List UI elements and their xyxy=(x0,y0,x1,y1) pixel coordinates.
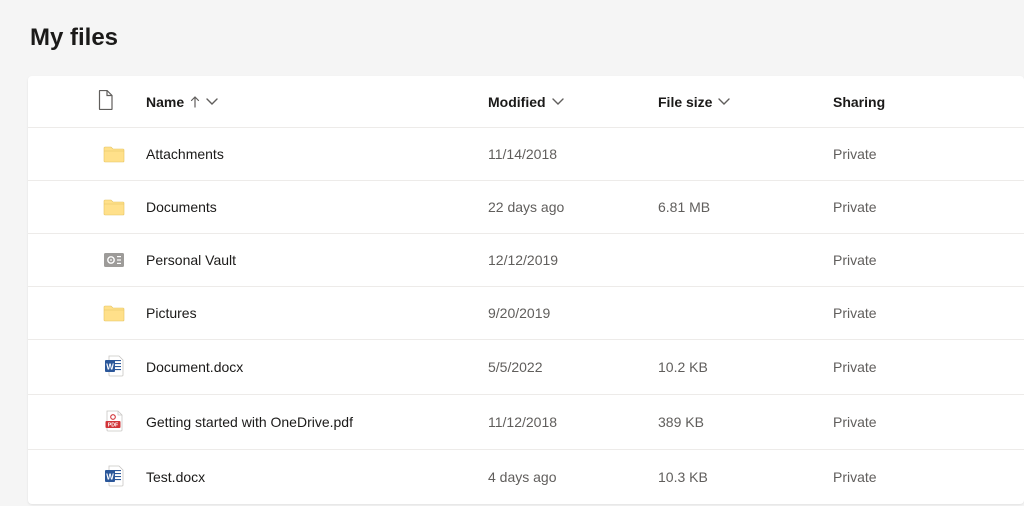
folder-icon xyxy=(90,287,138,340)
column-header-modified[interactable]: Modified xyxy=(480,76,650,128)
file-row[interactable]: Attachments11/14/2018 Private xyxy=(28,128,1024,181)
sort-ascending-icon xyxy=(190,96,200,108)
file-sharing[interactable]: Private xyxy=(825,287,1024,340)
file-row[interactable]: W Document.docx5/5/202210.2 KBPrivate xyxy=(28,340,1024,395)
word-icon: W xyxy=(90,450,138,505)
file-table: Name Modified xyxy=(28,76,1024,504)
page-title: My files xyxy=(30,24,1024,52)
file-size xyxy=(650,287,825,340)
svg-text:PDF: PDF xyxy=(108,423,119,429)
file-name[interactable]: Test.docx xyxy=(138,450,480,505)
file-name[interactable]: Pictures xyxy=(138,287,480,340)
file-sharing[interactable]: Private xyxy=(825,181,1024,234)
file-size: 6.81 MB xyxy=(650,181,825,234)
file-sharing[interactable]: Private xyxy=(825,340,1024,395)
file-row[interactable]: Pictures9/20/2019 Private xyxy=(28,287,1024,340)
file-modified: 11/14/2018 xyxy=(480,128,650,181)
file-name[interactable]: Getting started with OneDrive.pdf xyxy=(138,395,480,450)
chevron-down-icon xyxy=(552,98,564,106)
svg-text:W: W xyxy=(106,363,114,372)
row-select-cell[interactable] xyxy=(28,395,90,450)
row-select-cell[interactable] xyxy=(28,181,90,234)
file-size: 389 KB xyxy=(650,395,825,450)
column-header-modified-label: Modified xyxy=(488,94,546,110)
file-row[interactable]: PDF Getting started with OneDrive.pdf11/1… xyxy=(28,395,1024,450)
file-name[interactable]: Attachments xyxy=(138,128,480,181)
row-select-cell[interactable] xyxy=(28,450,90,505)
file-sharing[interactable]: Private xyxy=(825,128,1024,181)
file-modified: 11/12/2018 xyxy=(480,395,650,450)
file-modified: 4 days ago xyxy=(480,450,650,505)
row-select-cell[interactable] xyxy=(28,340,90,395)
file-row[interactable]: W Test.docx4 days ago10.3 KBPrivate xyxy=(28,450,1024,505)
file-list: Name Modified xyxy=(28,76,1024,504)
column-header-sharing[interactable]: Sharing xyxy=(825,76,1024,128)
file-modified: 9/20/2019 xyxy=(480,287,650,340)
personal-vault-icon xyxy=(90,234,138,287)
file-modified: 5/5/2022 xyxy=(480,340,650,395)
word-icon: W xyxy=(90,340,138,395)
file-size: 10.3 KB xyxy=(650,450,825,505)
column-header-size-label: File size xyxy=(658,94,712,110)
file-name[interactable]: Document.docx xyxy=(138,340,480,395)
file-sharing[interactable]: Private xyxy=(825,450,1024,505)
file-size: 10.2 KB xyxy=(650,340,825,395)
file-modified: 22 days ago xyxy=(480,181,650,234)
column-type[interactable] xyxy=(90,76,138,128)
file-name[interactable]: Documents xyxy=(138,181,480,234)
file-size xyxy=(650,234,825,287)
file-row[interactable]: Personal Vault12/12/2019 Private xyxy=(28,234,1024,287)
column-header-size[interactable]: File size xyxy=(650,76,825,128)
chevron-down-icon xyxy=(718,98,730,106)
column-header-sharing-label: Sharing xyxy=(833,94,885,110)
folder-icon xyxy=(90,128,138,181)
file-modified: 12/12/2019 xyxy=(480,234,650,287)
row-select-cell[interactable] xyxy=(28,287,90,340)
chevron-down-icon xyxy=(206,98,218,106)
row-select-cell[interactable] xyxy=(28,128,90,181)
column-select xyxy=(28,76,90,128)
column-header-name[interactable]: Name xyxy=(138,76,480,128)
column-header-row: Name Modified xyxy=(28,76,1024,128)
file-name[interactable]: Personal Vault xyxy=(138,234,480,287)
file-sharing[interactable]: Private xyxy=(825,395,1024,450)
folder-icon xyxy=(90,181,138,234)
document-type-icon xyxy=(98,90,114,110)
file-size xyxy=(650,128,825,181)
column-header-name-label: Name xyxy=(146,94,184,110)
svg-text:W: W xyxy=(106,473,114,482)
file-row[interactable]: Documents22 days ago6.81 MBPrivate xyxy=(28,181,1024,234)
pdf-icon: PDF xyxy=(90,395,138,450)
file-sharing[interactable]: Private xyxy=(825,234,1024,287)
row-select-cell[interactable] xyxy=(28,234,90,287)
